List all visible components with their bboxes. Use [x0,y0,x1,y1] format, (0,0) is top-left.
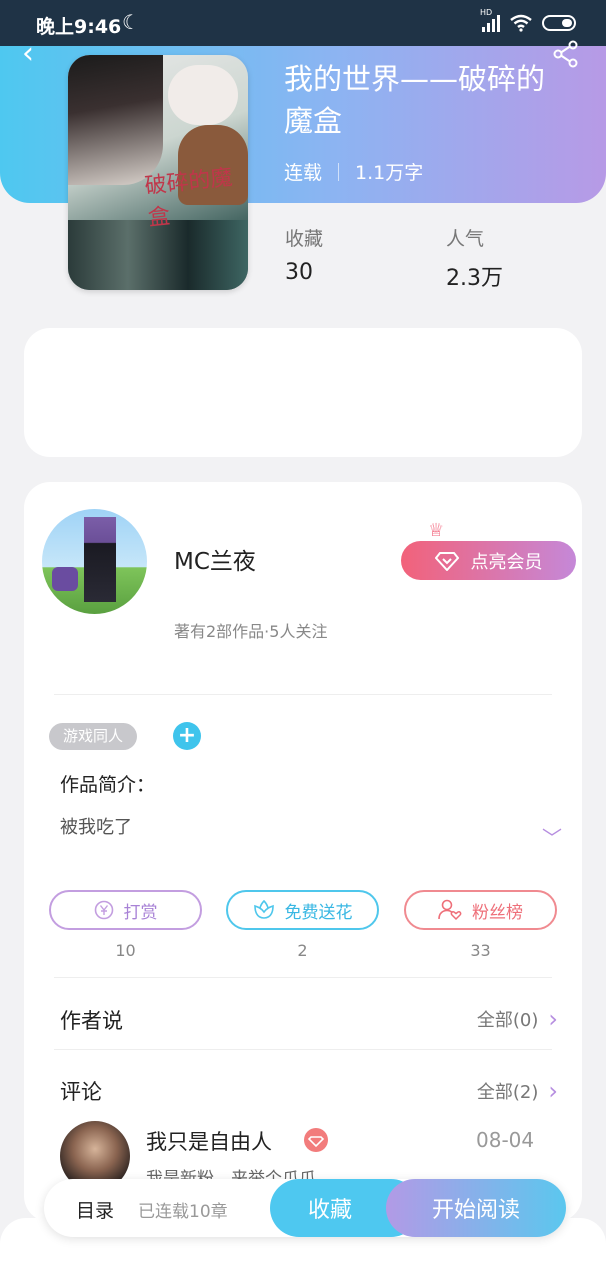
book-title: 我的世界——破碎的魔盒 [284,62,546,138]
chevron-down-icon[interactable]: ﹀ [542,822,562,851]
author-name[interactable]: MC兰夜 [174,542,256,576]
cover-title: 破碎的魔盒 [143,165,234,232]
avatar[interactable] [42,509,147,614]
stat-value-popularity: 2.3万 [446,266,503,291]
book-meta: 连载 1.1万字 [284,158,423,185]
chevron-right-icon: › [548,1077,558,1105]
comment-date: 08-04 [476,1128,535,1152]
start-reading-label: 开始阅读 [431,1198,520,1223]
vip-badge-icon [304,1128,328,1152]
favorite-button-label: 收藏 [307,1198,352,1223]
tip-button[interactable]: 打赏 [49,890,202,930]
intro-label: 作品简介： [60,774,156,796]
comments-more-label: 全部(2) [476,1082,539,1103]
word-count: 1.1万字 [355,162,424,184]
back-icon[interactable]: ‹ [22,36,34,71]
user-heart-icon [438,899,462,921]
start-reading-button[interactable]: 开始阅读 [386,1179,566,1237]
author-says-more-label: 全部(0) [476,1010,539,1031]
toc-chapter-count: 已连载10章 [138,1202,228,1222]
battery-icon [542,15,576,31]
author-says-title: 作者说 [60,1009,123,1033]
fans-count: 33 [470,941,491,960]
stat-label-favorites: 收藏 [285,228,324,250]
genre-tag[interactable]: 游戏同人 [49,723,138,750]
moon-icon: ☾ [122,10,140,34]
fans-rank-label: 粉丝榜 [472,902,523,923]
comments-more[interactable]: 全部(2) › [477,1077,558,1105]
tip-count: 10 [115,941,136,960]
add-tag-button[interactable]: + [173,722,201,750]
stat-value-favorites: 30 [285,260,313,285]
send-flower-button[interactable]: 免费送花 [226,890,379,930]
author-info: 著有2部作品·5人关注 [174,622,328,641]
share-icon[interactable] [552,40,580,68]
divider [54,694,552,695]
fans-rank-button[interactable]: 粉丝榜 [404,890,557,930]
book-status: 连载 [284,162,323,184]
send-flower-label: 免费送花 [284,902,353,923]
status-time: 晚上9:46 [36,16,122,38]
flower-count: 2 [297,941,308,960]
ad-placeholder-card [24,328,582,457]
divider [54,1049,552,1050]
divider [54,977,552,978]
status-icons: HD [480,8,576,32]
signal-icon: HD [480,8,500,32]
wifi-icon [510,14,532,32]
toc-button[interactable]: 目录 [76,1196,114,1223]
comment-user-name[interactable]: 我只是自由人 [146,1126,272,1156]
vip-button-label: 点亮会员 [470,551,543,573]
flower-icon [253,900,274,919]
hd-label: HD [480,8,493,17]
stat-label-popularity: 人气 [446,228,485,250]
tip-label: 打赏 [123,902,158,923]
vip-button[interactable]: 点亮会员 [401,541,576,580]
diamond-icon [434,551,459,571]
chevron-right-icon: › [548,1005,558,1033]
crown-icon: ♕ [428,520,445,541]
yen-coin-icon [94,900,113,920]
author-says-more[interactable]: 全部(0) › [477,1005,558,1033]
comments-title: 评论 [60,1080,102,1104]
book-cover[interactable]: 破碎的魔盒 [68,55,248,290]
intro-text: 被我吃了 [60,817,132,838]
